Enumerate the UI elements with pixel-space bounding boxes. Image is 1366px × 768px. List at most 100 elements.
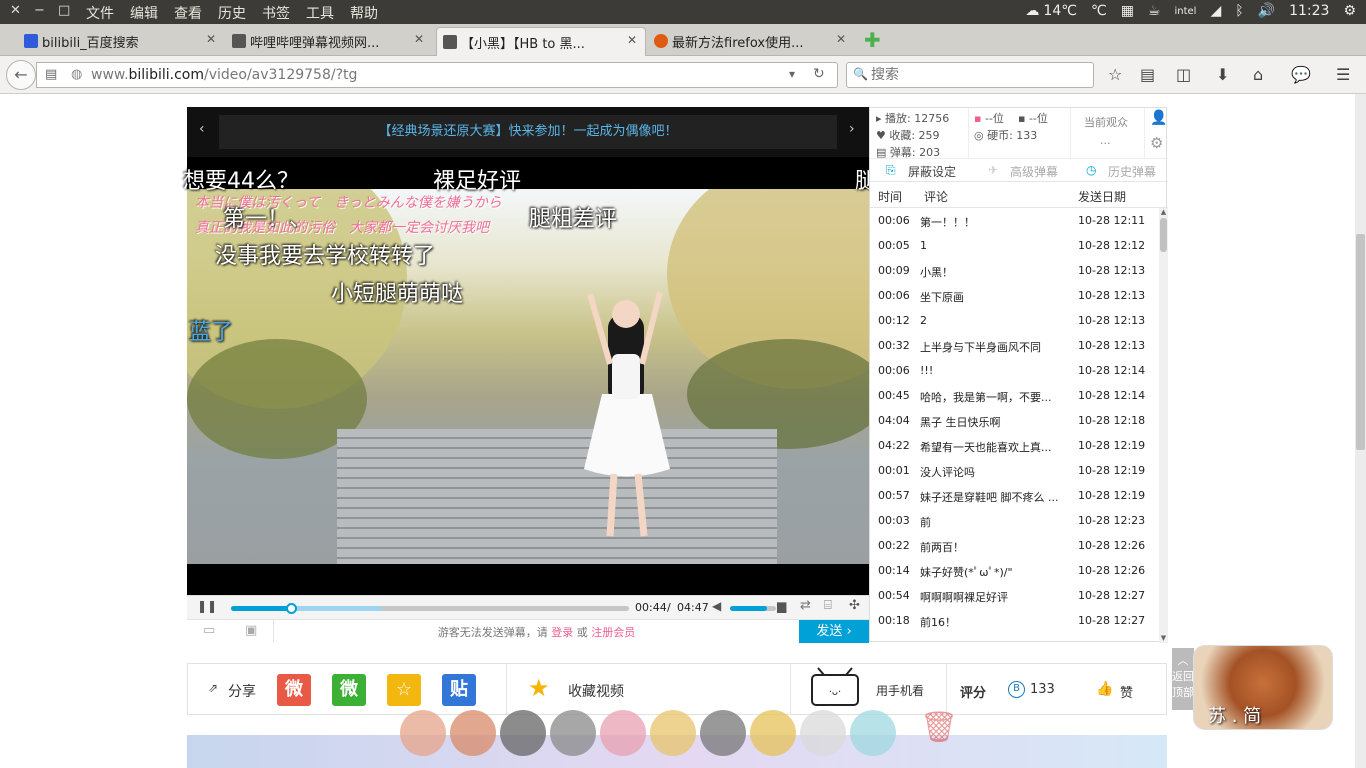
gear-icon[interactable]: ⚙ [1343, 3, 1356, 19]
list-item[interactable]: 00:01 没人评论吗 10-28 12:19 [870, 458, 1160, 483]
fullscreen-icon[interactable]: ✣ [849, 598, 860, 613]
list-item[interactable]: 00:14 妹子好赞(*ﾟωﾟ*)/" 10-28 12:26 [870, 558, 1160, 583]
terminal-icon[interactable] [500, 710, 546, 756]
list-item[interactable]: 00:18 前16！ 10-28 12:27 [870, 608, 1160, 633]
coin-icon[interactable]: B [1008, 681, 1025, 698]
minimize-window-icon[interactable]: − [34, 3, 45, 18]
trash-icon[interactable]: 🗑 [920, 710, 966, 756]
search-box[interactable]: 🔍 [846, 62, 1094, 88]
cup-icon[interactable]: ☕ [1148, 3, 1161, 19]
list-scrollbar[interactable]: ▲ ▼ [1159, 208, 1168, 643]
user-icon[interactable]: 👤 [1150, 110, 1167, 126]
list-item[interactable]: 00:54 啊啊啊啊裸足好评 10-28 12:27 [870, 583, 1160, 608]
speaker-icon[interactable] [550, 710, 596, 756]
list-scroll-thumb[interactable] [1160, 218, 1167, 252]
tab-history-danmaku[interactable]: 历史弹幕 [1108, 163, 1156, 180]
comment-icon[interactable]: ▭ [203, 623, 215, 638]
close-tab-icon[interactable]: ✕ [414, 32, 424, 46]
chrome-icon[interactable] [700, 710, 746, 756]
like-label[interactable]: 赞 [1120, 682, 1133, 701]
close-tab-icon[interactable]: ✕ [206, 32, 216, 46]
play-icon[interactable] [800, 710, 846, 756]
volume-icon[interactable]: 🔊 [1258, 3, 1275, 19]
close-tab-icon[interactable]: ✕ [836, 32, 846, 46]
danmaku-toggle-icon[interactable]: ▆ [777, 599, 786, 613]
list-item[interactable]: 00:32 上半身与下半身画风不同 10-28 12:13 [870, 333, 1160, 358]
temperature[interactable]: 14℃ [1043, 3, 1077, 19]
menu-history[interactable]: 历史 [218, 3, 246, 23]
pause-icon[interactable]: ❚❚ [197, 599, 217, 613]
list-item[interactable]: 00:06 坐下原画 10-28 12:13 [870, 283, 1160, 308]
download-icon[interactable]: ⬇ [1216, 65, 1229, 84]
danmaku-style-icon[interactable]: ▣ [245, 623, 257, 638]
menu-file[interactable]: 文件 [86, 3, 114, 23]
register-link[interactable]: 注册会员 [591, 626, 635, 639]
loop-icon[interactable]: ⇄ [800, 598, 811, 613]
list-item[interactable]: 00:22 前两百！ 10-28 12:26 [870, 533, 1160, 558]
list-item[interactable]: 00:05 1 10-28 12:12 [870, 233, 1160, 258]
progress-track[interactable] [231, 603, 629, 614]
list-item[interactable]: 00:06!!! 10-28 12:14 [870, 358, 1160, 383]
search-input[interactable] [871, 66, 1081, 82]
menu-tools[interactable]: 工具 [306, 3, 334, 23]
scroll-up-icon[interactable]: ▲ [1159, 208, 1168, 216]
document-icon[interactable] [650, 710, 696, 756]
weather-icon[interactable]: ☁ [1025, 3, 1039, 19]
tab-firefox-method[interactable]: 最新方法firefox使用... ✕ [648, 27, 854, 56]
wechat-icon[interactable]: 微 [332, 674, 366, 706]
identity-icon[interactable]: ▤ [45, 67, 57, 82]
tab-baidu[interactable]: bilibili_百度搜索 ✕ [18, 27, 224, 56]
menu-help[interactable]: 帮助 [350, 3, 378, 23]
tab-bilibili-home[interactable]: 哔哩哔哩弹幕视频网... ✕ [226, 27, 432, 56]
favorite-video-label[interactable]: 收藏视频 [568, 681, 624, 701]
tv-mode-icon[interactable]: ⌸ [824, 598, 832, 613]
watch-on-phone-label[interactable]: 用手机看 [876, 682, 924, 699]
tv-mascot-icon[interactable]: ·ᴗ· [806, 667, 864, 711]
wifi-icon[interactable]: ◢ [1210, 3, 1221, 19]
share-label[interactable]: 分享 [228, 681, 256, 701]
list-item[interactable]: 00:09 小黑！ 10-28 12:13 [870, 258, 1160, 283]
list-item[interactable]: 00:12 2 10-28 12:13 [870, 308, 1160, 333]
bookmark-star-icon[interactable]: ☆ [1108, 65, 1122, 84]
menu-view[interactable]: 查看 [174, 3, 202, 23]
thumbs-up-icon[interactable]: 👍 [1096, 681, 1113, 697]
volume-slider[interactable] [730, 606, 776, 611]
home-icon[interactable]: ⌂ [1253, 65, 1263, 84]
mascot-dog-widget[interactable]: 苏 . 简 [1193, 645, 1333, 730]
clock[interactable]: 11:23 [1289, 3, 1329, 19]
anchor-icon[interactable] [400, 710, 446, 756]
list-item[interactable]: 00:57 妹子还是穿鞋吧 脚不疼么 ... 10-28 12:19 [870, 483, 1160, 508]
intel-icon[interactable]: intel [1174, 6, 1196, 17]
back-to-top-button[interactable]: ︿ 返回顶部 [1172, 648, 1194, 710]
back-button[interactable]: ← [6, 60, 36, 90]
tab-block-settings[interactable]: 屏蔽设定 [908, 163, 956, 180]
new-tab-button[interactable]: ✚ [864, 28, 881, 52]
col-time[interactable]: 时间 [878, 188, 902, 205]
menu-bookmarks[interactable]: 书签 [262, 3, 290, 23]
scroll-down-icon[interactable]: ▼ [1159, 634, 1168, 642]
page-scroll-thumb[interactable] [1356, 234, 1365, 450]
list-item[interactable]: 00:45 哈哈，我是第一啊，不要... 10-28 12:14 [870, 383, 1160, 408]
pocket-icon[interactable]: ◫ [1176, 65, 1191, 84]
slides-icon[interactable] [600, 710, 646, 756]
reading-list-icon[interactable]: ▤ [1140, 65, 1155, 84]
tab-advanced-danmaku[interactable]: 高级弹幕 [1010, 163, 1058, 180]
send-button[interactable]: 发送 › [799, 620, 869, 643]
reload-icon[interactable]: ↻ [813, 66, 825, 82]
url-text[interactable]: www.bilibili.com/video/av3129758/?tg [91, 67, 357, 83]
banner-text[interactable]: 【经典场景还原大赛】快来参加！一起成为偶像吧！ [219, 115, 837, 149]
star-icon[interactable]: ★ [528, 674, 550, 702]
list-item[interactable]: 00:06 第一！！！ 10-28 12:11 [870, 208, 1160, 233]
volume-icon[interactable]: ◀ [712, 599, 721, 613]
folder-icon[interactable] [750, 710, 796, 756]
list-item[interactable]: 04:22 希望有一天也能喜欢上真... 10-28 12:19 [870, 433, 1160, 458]
col-comment[interactable]: 评论 [924, 188, 948, 205]
hamburger-menu-icon[interactable]: ☰ [1336, 65, 1350, 84]
monitor-icon[interactable] [850, 710, 896, 756]
address-bar[interactable]: ▤ ◍ www.bilibili.com/video/av3129758/?tg… [36, 62, 838, 88]
qzone-icon[interactable]: ☆ [387, 674, 421, 706]
calendar-icon[interactable]: ▦ [1121, 3, 1134, 19]
tieba-icon[interactable]: 贴 [442, 674, 476, 706]
settings-gear-icon[interactable]: ⚙ [1150, 134, 1163, 152]
login-link[interactable]: 登录 [551, 626, 573, 639]
